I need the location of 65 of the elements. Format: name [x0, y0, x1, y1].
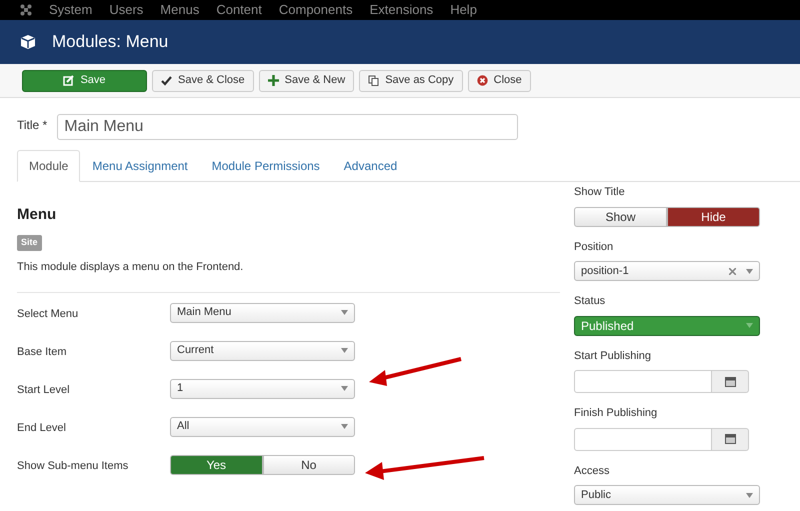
caret-icon	[746, 268, 753, 274]
edit-icon	[63, 75, 74, 86]
caret-icon	[341, 310, 348, 315]
calendar-button[interactable]	[712, 428, 749, 450]
title-input[interactable]: Main Menu	[57, 114, 518, 140]
caret-icon	[746, 323, 753, 328]
cube-icon	[20, 34, 36, 50]
menu-item[interactable]: System	[49, 0, 92, 20]
select-dropdown[interactable]: Public	[574, 485, 760, 505]
tab[interactable]: Advanced	[332, 150, 410, 181]
caret-icon	[341, 424, 348, 429]
page-title: Modules: Menu	[52, 31, 168, 54]
menu-item[interactable]: Components	[278, 0, 353, 20]
tab[interactable]: Module	[17, 150, 80, 182]
field-label: Access	[574, 464, 610, 478]
date-input[interactable]	[574, 370, 712, 393]
site-badge: Site	[17, 235, 42, 250]
calendar-icon	[724, 376, 736, 386]
toggle-option[interactable]: No	[262, 454, 355, 474]
field-label: Status	[574, 294, 606, 309]
field-label: Start Level	[17, 382, 71, 398]
toolbar-button[interactable]: Save & Close	[152, 70, 254, 92]
status-dropdown[interactable]: Published	[574, 316, 760, 336]
toolbar-button[interactable]: Close	[468, 70, 531, 92]
toolbar-button[interactable]: Save	[22, 70, 147, 92]
tab[interactable]: Module Permissions	[200, 150, 332, 181]
calendar-button[interactable]	[712, 370, 749, 393]
plus-icon	[268, 75, 279, 86]
field-label: Title *	[17, 117, 48, 134]
menu-item[interactable]: Content	[216, 0, 262, 20]
copy-icon	[368, 75, 380, 86]
check-icon	[161, 75, 172, 86]
caret-icon	[341, 386, 348, 391]
menu-item[interactable]: Extensions	[370, 0, 434, 20]
module-heading: Menu	[17, 206, 58, 224]
menu-item[interactable]: Help	[450, 0, 477, 20]
caret-icon	[746, 492, 753, 498]
logo-icon[interactable]	[20, 4, 32, 16]
field-label: Start Publishing	[574, 348, 652, 364]
toggle-option[interactable]: Hide	[667, 206, 760, 226]
select-dropdown[interactable]: Current	[170, 340, 355, 360]
toolbar-button[interactable]: Save as Copy	[359, 70, 463, 92]
calendar-icon	[724, 434, 736, 444]
select-dropdown[interactable]: All	[170, 416, 355, 436]
module-description: This module displays a menu on the Frontend.	[17, 260, 244, 275]
menu-item[interactable]: Users	[109, 0, 144, 20]
field-label: End Level	[17, 420, 67, 436]
field-label: Show Sub-menu Items	[17, 458, 130, 474]
toggle-option[interactable]: Show	[574, 206, 667, 226]
toolbar-button[interactable]: Save & New	[258, 70, 354, 92]
cancel-icon	[476, 75, 488, 86]
field-label: Finish Publishing	[574, 406, 658, 421]
date-input[interactable]	[574, 428, 712, 450]
field-label: Select Menu	[17, 306, 80, 322]
field-label: Show Title	[574, 185, 626, 200]
menu-item[interactable]: Menus	[160, 0, 200, 20]
field-label: Base Item	[17, 344, 68, 360]
select-dropdown[interactable]: Main Menu	[170, 302, 355, 322]
tab[interactable]: Menu Assignment	[80, 150, 200, 181]
clear-icon[interactable]	[729, 268, 736, 274]
toggle-option[interactable]: Yes	[170, 454, 262, 474]
select-dropdown[interactable]: 1	[170, 378, 355, 398]
caret-icon	[341, 348, 348, 353]
select-dropdown[interactable]: position-1	[574, 261, 760, 281]
field-label: Position	[574, 240, 614, 254]
